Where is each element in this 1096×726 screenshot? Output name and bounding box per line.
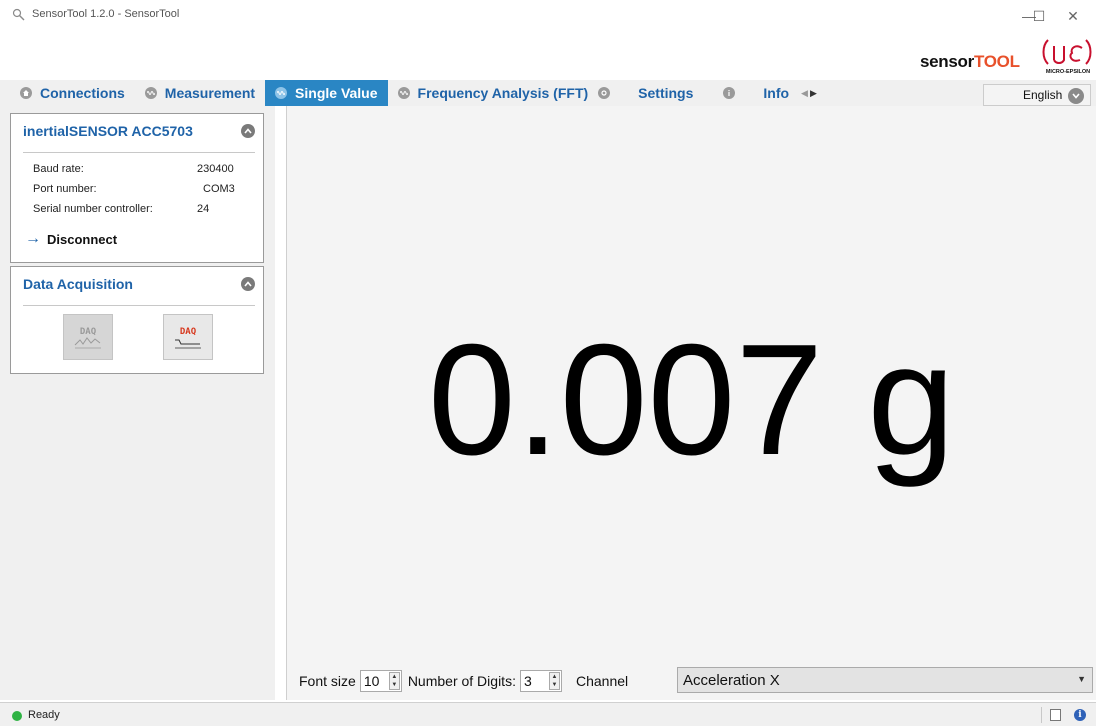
home-icon [20,87,32,99]
tab-frequency-analysis-label: Frequency Analysis (FFT) [417,85,589,101]
disconnect-button[interactable]: → Disconnect [25,230,117,248]
language-select-value: English [1023,88,1063,102]
brand-tool: TOOL [973,52,1020,71]
baud-rate-label: Baud rate: [33,163,84,175]
device-card-header: inertialSENSOR ACC5703 [23,123,255,153]
document-icon[interactable] [1050,709,1061,721]
daq-enabled-button[interactable]: DAQ [163,314,213,360]
window-title: SensorTool 1.2.0 - SensorTool [32,8,180,20]
font-size-stepper[interactable]: 10 ▲ ▼ [359,670,402,692]
spin-arrows-icon[interactable]: ▲ ▼ [388,672,400,690]
daq-disabled-button[interactable]: DAQ [63,314,113,360]
tab-info[interactable]: Info [703,80,799,106]
title-bar: SensorTool 1.2.0 - SensorTool — ☐ ✕ [0,0,1096,32]
close-button[interactable]: ✕ [1050,4,1096,28]
tab-settings[interactable]: Settings [598,80,703,106]
port-number-value: COM3 [203,183,235,195]
tab-frequency-analysis[interactable]: Frequency Analysis (FFT) [388,80,599,106]
tab-info-label: Info [763,85,790,101]
tab-single-value[interactable]: Single Value [265,80,388,106]
dropdown-arrow-icon: ▼ [1077,674,1086,684]
data-acquisition-header: Data Acquisition [23,276,255,306]
status-separator [1041,707,1042,723]
chevron-down-icon [1068,88,1084,104]
digits-stepper[interactable]: 3 ▲ ▼ [519,670,562,692]
baud-rate-value: 230400 [197,163,234,175]
status-text: Ready [28,709,60,721]
channel-select-value: Acceleration X [683,671,780,689]
daq-chart-icon: DAQ [175,327,201,349]
tab-strip: Connections Measurement Single Value Fre… [10,80,817,106]
tab-settings-label: Settings [638,85,694,101]
gear-icon [598,87,611,99]
wave-icon [397,87,410,99]
tab-scroll-left-icon[interactable]: ◀ [801,88,808,99]
channel-label: Channel [575,673,629,689]
status-bar: Ready i [0,702,1096,726]
micro-epsilon-logo: MICRO-EPSILON [1042,39,1092,75]
arrow-right-icon: → [25,230,41,247]
disconnect-label: Disconnect [47,231,118,247]
spin-arrows-icon[interactable]: ▲ ▼ [548,672,560,690]
measurement-value: 0.007 g [427,312,956,488]
font-size-value: 10 [363,673,380,689]
collapse-up-icon[interactable] [241,277,255,291]
language-select[interactable]: English [983,84,1091,106]
status-indicator-icon [12,711,22,721]
tab-measurement-label: Measurement [164,85,256,101]
data-acquisition-title: Data Acquisition [23,276,133,292]
tab-measurement[interactable]: Measurement [135,80,265,106]
channel-select[interactable]: Acceleration X ▼ [677,667,1093,693]
device-card: inertialSENSOR ACC5703 Baud rate: 230400… [10,113,264,263]
tab-single-value-label: Single Value [295,85,378,101]
device-title: inertialSENSOR ACC5703 [23,123,193,139]
serial-number-label: Serial number controller: [33,203,153,215]
font-size-label: Font size [299,673,356,689]
serial-number-value: 24 [197,203,210,215]
sensortool-app-icon [12,8,25,21]
collapse-up-icon[interactable] [241,124,255,138]
port-number-label: Port number: [33,183,97,195]
daq-chart-icon: DAQ [74,327,101,349]
tab-connections-label: Connections [40,85,125,101]
info-icon [723,87,736,99]
daq-enabled-text: DAQ [180,327,197,337]
tab-scroll-buttons: ◀ ▶ [799,80,817,106]
wave-icon [275,87,288,99]
digits-label: Number of Digits: [407,673,516,689]
info-icon[interactable]: i [1074,709,1086,721]
brand-sensor: sensor [920,52,974,71]
display-controls: Font size 10 ▲ ▼ Number of Digits: 3 ▲ ▼ C… [299,669,632,693]
daq-disabled-text: DAQ [80,327,97,337]
data-acquisition-card: Data Acquisition DAQ DAQ [10,266,264,374]
logo-company-text: MICRO-EPSILON [1046,69,1090,75]
digits-value: 3 [523,673,532,689]
tab-scroll-right-icon[interactable]: ▶ [810,88,817,99]
tab-connections[interactable]: Connections [10,80,135,106]
sensortool-wordmark: sensorTOOL [920,52,1020,72]
wave-icon [144,87,157,99]
